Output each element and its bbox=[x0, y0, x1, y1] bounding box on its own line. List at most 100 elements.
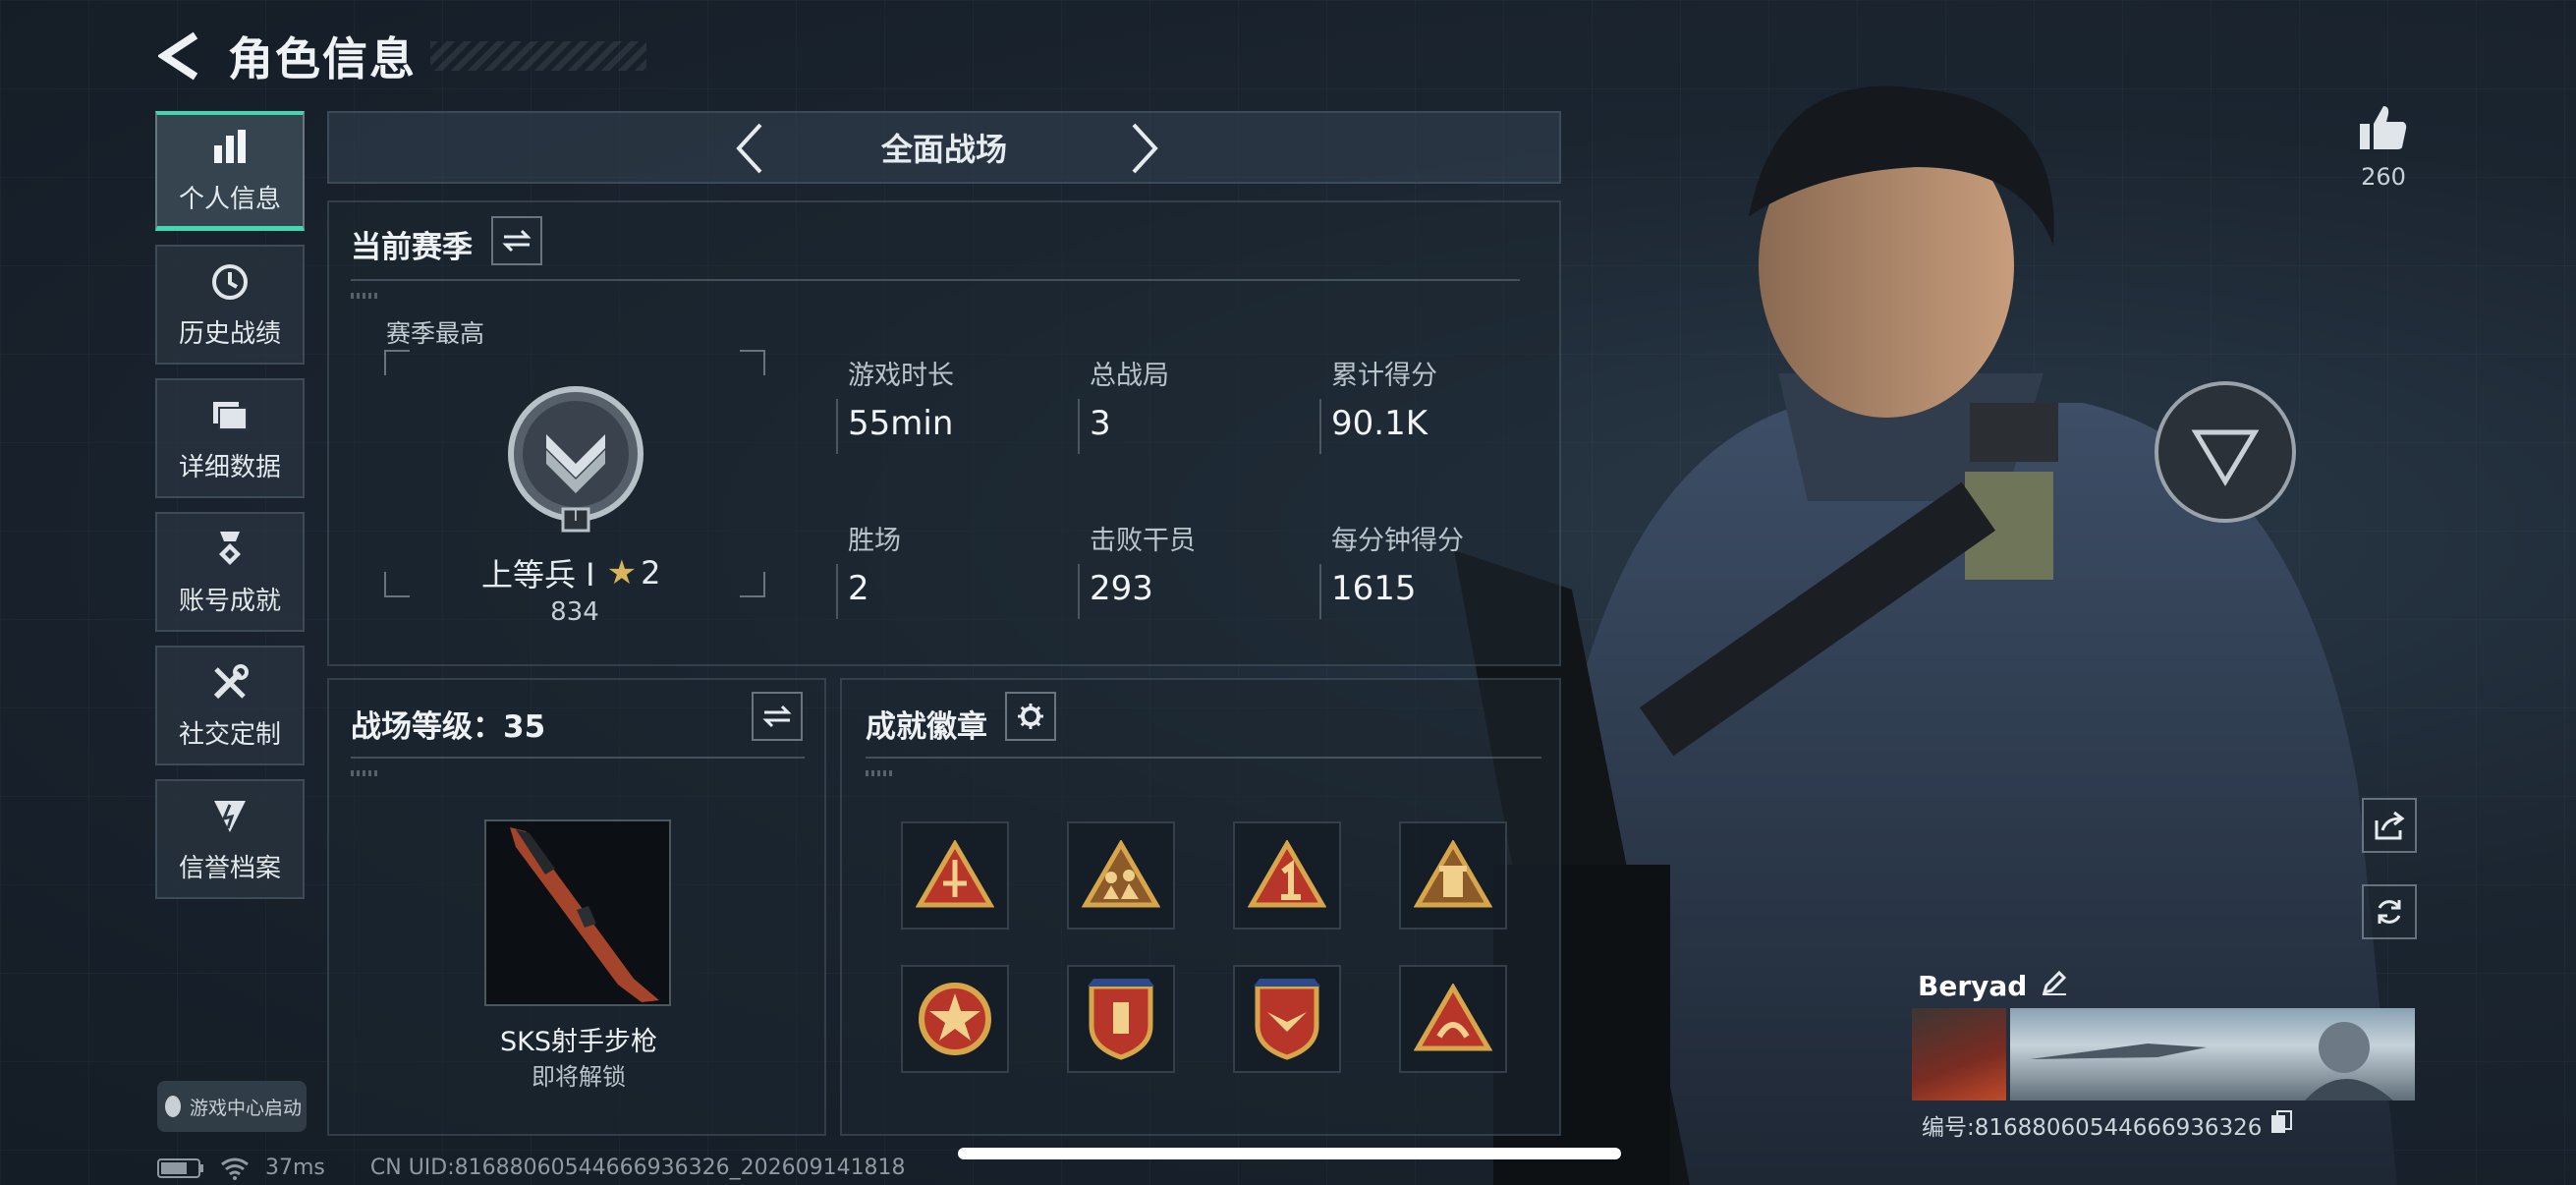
clock-icon bbox=[208, 260, 252, 304]
latency-label: 37ms bbox=[265, 1156, 325, 1180]
thumbs-up-icon bbox=[2360, 106, 2407, 149]
stat-tick bbox=[1078, 399, 1080, 454]
mode-selector: 全面战场 bbox=[327, 111, 1561, 184]
stat-total-matches: 总战局 3 bbox=[1090, 354, 1169, 443]
copy-icon bbox=[2271, 1110, 2293, 1133]
battle-level-divider bbox=[351, 757, 805, 759]
share-button[interactable] bbox=[2362, 798, 2417, 853]
stat-value: 3 bbox=[1090, 404, 1111, 443]
stat-value: 90.1K bbox=[1331, 404, 1428, 443]
player-uid: 编号:81688060544666936326 bbox=[1922, 1115, 2263, 1141]
season-switch-button[interactable] bbox=[491, 216, 542, 265]
nav-item-label: 详细数据 bbox=[178, 452, 281, 482]
like-button[interactable]: 260 bbox=[2344, 102, 2423, 191]
stat-label: 每分钟得分 bbox=[1331, 526, 1464, 556]
achievement-badge[interactable] bbox=[1067, 965, 1175, 1073]
dots-decoration bbox=[351, 293, 380, 299]
season-best-label: 赛季最高 bbox=[386, 319, 485, 348]
stat-play-time: 游戏时长 55min bbox=[848, 354, 954, 443]
rank-name-row: 上等兵 I ★ 2 bbox=[481, 550, 660, 595]
back-button[interactable] bbox=[155, 27, 204, 85]
achievement-badge[interactable] bbox=[1399, 821, 1507, 930]
rank-tier-label: I bbox=[573, 509, 579, 525]
stat-tick bbox=[1078, 564, 1080, 619]
frame-corner bbox=[740, 572, 765, 597]
achievements-panel: 成就徽章 bbox=[840, 678, 1561, 1136]
nav-item-achievements[interactable]: 账号成就 bbox=[155, 512, 305, 632]
edit-name-button[interactable] bbox=[2041, 969, 2068, 1003]
stat-wins: 胜场 2 bbox=[848, 519, 901, 608]
page-header: 角色信息 bbox=[155, 24, 646, 88]
shield-crest-badge-icon bbox=[1088, 979, 1154, 1060]
achievement-badge[interactable] bbox=[1399, 965, 1507, 1073]
weapon-status: 即将解锁 bbox=[532, 1063, 626, 1091]
stat-tick bbox=[1319, 399, 1321, 454]
nav-item-social[interactable]: 社交定制 bbox=[155, 646, 305, 765]
nav-item-profile[interactable]: 个人信息 bbox=[155, 111, 305, 231]
stat-tick bbox=[836, 564, 838, 619]
swap-icon bbox=[502, 229, 532, 253]
stat-label: 总战局 bbox=[1090, 361, 1169, 391]
season-divider bbox=[351, 279, 1520, 281]
stat-value: 55min bbox=[848, 404, 954, 443]
round-star-badge-icon bbox=[919, 983, 991, 1055]
nav-item-label: 社交定制 bbox=[178, 719, 281, 750]
nav-item-reputation[interactable]: 信誉档案 bbox=[155, 779, 305, 899]
stat-label: 游戏时长 bbox=[848, 361, 954, 391]
triangle-tower-icon bbox=[1414, 840, 1492, 908]
refresh-button[interactable] bbox=[2362, 884, 2417, 939]
stat-label: 累计得分 bbox=[1331, 361, 1437, 391]
achievement-badge[interactable] bbox=[1233, 821, 1341, 930]
jet-icon bbox=[2030, 1022, 2393, 1100]
player-uid-row: 编号:81688060544666936326 bbox=[1922, 1108, 2293, 1142]
achievement-badge[interactable] bbox=[1067, 821, 1175, 930]
profile-avatar[interactable] bbox=[1912, 1008, 2006, 1100]
share-icon bbox=[2375, 811, 2405, 840]
stat-score-per-minute: 每分钟得分 1615 bbox=[1331, 519, 1464, 608]
stat-total-score: 累计得分 90.1K bbox=[1331, 354, 1437, 443]
home-indicator[interactable] bbox=[958, 1148, 1621, 1159]
achievement-badge[interactable] bbox=[901, 965, 1009, 1073]
rank-points: 834 bbox=[550, 597, 599, 627]
like-count: 260 bbox=[2361, 163, 2406, 191]
nav-item-history[interactable]: 历史战绩 bbox=[155, 245, 305, 365]
stat-value: 2 bbox=[848, 569, 869, 608]
rank-stars: 2 bbox=[641, 554, 661, 592]
game-center-button[interactable]: 游戏中心启动 bbox=[157, 1081, 307, 1132]
rank-emblem: I bbox=[502, 385, 649, 533]
tools-icon bbox=[208, 661, 252, 705]
season-title: 当前赛季 bbox=[351, 230, 473, 265]
battle-level-panel: 战场等级：35 SKS射手步枪 即将解锁 bbox=[327, 678, 826, 1136]
mode-next-button[interactable] bbox=[1115, 119, 1174, 178]
achievements-divider bbox=[866, 757, 1541, 759]
player-name-row: Beryad bbox=[1918, 969, 2068, 1003]
cn-uid-label: CN UID:81688060544666936326_202609141818 bbox=[369, 1156, 906, 1180]
season-panel: 当前赛季 赛季最高 I 上等兵 I ★ 2 834 游戏时长 55min 总战局… bbox=[327, 200, 1561, 666]
achievements-settings-button[interactable] bbox=[1005, 692, 1056, 741]
wifi-icon bbox=[221, 1157, 249, 1180]
triangle-hands-icon bbox=[1414, 984, 1492, 1051]
achievements-title: 成就徽章 bbox=[866, 709, 987, 745]
mode-prev-button[interactable] bbox=[720, 119, 779, 178]
stat-kills: 击败干员 293 bbox=[1090, 519, 1196, 608]
battle-level-switch-button[interactable] bbox=[752, 692, 803, 741]
frame-corner bbox=[384, 350, 410, 375]
game-center-label: 游戏中心启动 bbox=[189, 1097, 302, 1119]
title-decoration bbox=[430, 41, 646, 71]
triangle-one-icon bbox=[1248, 840, 1326, 908]
dots-decoration bbox=[866, 770, 895, 776]
shield-wings-badge-icon bbox=[1254, 979, 1320, 1060]
weapon-card[interactable] bbox=[484, 819, 671, 1006]
triangle-crest-icon bbox=[916, 840, 994, 908]
copy-uid-button[interactable] bbox=[2269, 1109, 2293, 1141]
battery-icon bbox=[157, 1157, 203, 1178]
achievement-badge[interactable] bbox=[901, 821, 1009, 930]
achievement-badge[interactable] bbox=[1233, 965, 1341, 1073]
profile-banner[interactable] bbox=[2010, 1008, 2415, 1100]
weapon-name: SKS射手步枪 bbox=[500, 1027, 657, 1057]
chevron-right-icon bbox=[1132, 123, 1158, 174]
nav-item-details[interactable]: 详细数据 bbox=[155, 378, 305, 498]
shield-icon bbox=[208, 795, 252, 838]
swap-icon bbox=[762, 705, 792, 728]
rifle-icon bbox=[510, 827, 659, 1002]
